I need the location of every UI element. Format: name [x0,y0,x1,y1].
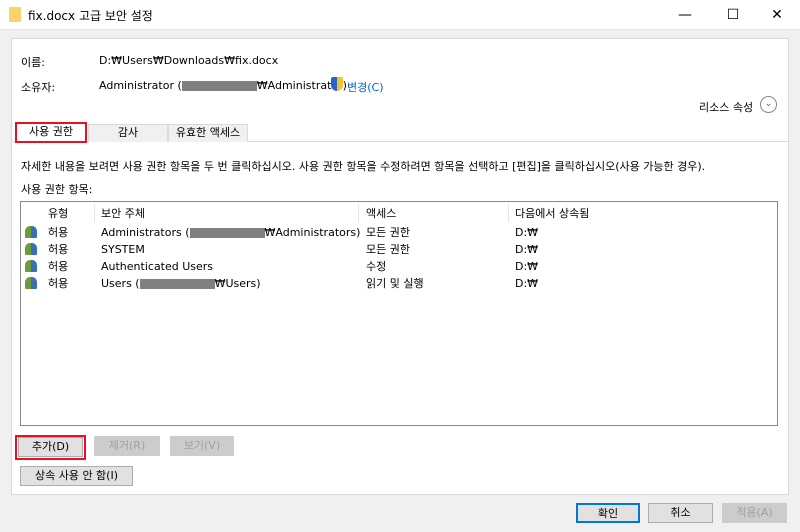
remove-button[interactable]: 제거(R) [94,436,160,456]
change-owner-link[interactable]: 변경(C) [347,79,384,95]
close-button[interactable]: ✕ [754,0,800,30]
principal-suffix: ₩Administrators) [264,226,361,239]
table-row[interactable]: 허용 Authenticated Users 수정 D:₩ [21,258,777,275]
resource-properties-label: 리소스 속성 [699,101,754,114]
folder-icon [9,7,21,22]
table-row[interactable]: 허용 SYSTEM 모든 권한 D:₩ [21,241,777,258]
column-separator[interactable] [94,204,95,222]
column-header-type[interactable]: 유형 [48,205,68,223]
row-type: 허용 [48,260,69,273]
column-header-inherited[interactable]: 다음에서 상속됨 [515,205,589,223]
redacted-block [189,228,265,238]
row-type: 허용 [48,277,69,290]
disable-inheritance-button[interactable]: 상속 사용 안 함(I) [20,466,133,486]
principal-prefix: Users ( [101,277,140,290]
ok-button[interactable]: 확인 [576,503,640,523]
user-group-icon [25,277,37,289]
row-access: 수정 [366,260,387,273]
redacted-block [139,279,215,289]
row-access: 읽기 및 실행 [366,277,424,290]
owner-label: 소유자: [21,81,56,94]
row-inherited: D:₩ [515,226,539,239]
window-title: fix.docx 고급 보안 설정 [28,9,153,23]
instructions-text: 자세한 내용을 보려면 사용 권한 항목을 두 번 클릭하십시오. 사용 권한 … [21,160,706,173]
row-principal: Users ( ₩Users) [101,275,261,292]
row-type: 허용 [48,243,69,256]
column-separator[interactable] [508,204,509,222]
row-principal: Administrators ( ₩Administrators) [101,224,360,241]
cancel-button[interactable]: 취소 [648,503,713,523]
entries-label: 사용 권한 항목: [21,183,93,196]
row-principal: SYSTEM [101,243,145,256]
row-inherited: D:₩ [515,260,539,273]
row-access: 모든 권한 [366,226,410,239]
column-header-access[interactable]: 액세스 [366,205,396,223]
row-inherited: D:₩ [515,243,539,256]
column-header-principal[interactable]: 보안 주체 [101,205,145,223]
table-row[interactable]: 허용 Users ( ₩Users) 읽기 및 실행 D:₩ [21,275,777,292]
name-label: 이름: [21,56,45,69]
maximize-button[interactable]: ☐ [710,0,756,30]
table-row[interactable]: 허용 Administrators ( ₩Administrators) 모든 권… [21,224,777,241]
row-access: 모든 권한 [366,243,410,256]
view-button[interactable]: 보기(V) [170,436,234,456]
principal-prefix: Administrators ( [101,226,190,239]
apply-button[interactable]: 적용(A) [722,503,787,523]
user-group-icon [25,243,37,255]
tab-auditing[interactable]: 감사 [88,124,168,142]
name-value: D:₩Users₩Downloads₩fix.docx [99,54,279,67]
tab-effective-access[interactable]: 유효한 액세스 [168,124,248,142]
row-type: 허용 [48,226,69,239]
row-principal: Authenticated Users [101,260,214,273]
user-group-icon [25,226,37,238]
redacted-block [181,81,257,91]
tab-permissions[interactable]: 사용 권한 [15,122,87,143]
expand-chevron-icon[interactable]: ⌄ [760,96,777,113]
owner-value: Administrator (₩Administrator) [99,79,347,92]
add-button[interactable]: 추가(D) [18,437,83,457]
row-inherited: D:₩ [515,277,539,290]
minimize-button[interactable]: — [662,0,708,30]
owner-prefix: Administrator ( [99,79,182,92]
uac-shield-icon [331,77,343,91]
permission-entries-list[interactable]: 유형 보안 주체 액세스 다음에서 상속됨 허용 Administrators … [20,201,778,426]
user-group-icon [25,260,37,272]
title-bar: fix.docx 고급 보안 설정 — ☐ ✕ [0,0,800,30]
principal-suffix: ₩Users) [214,277,261,290]
column-separator[interactable] [358,204,359,222]
